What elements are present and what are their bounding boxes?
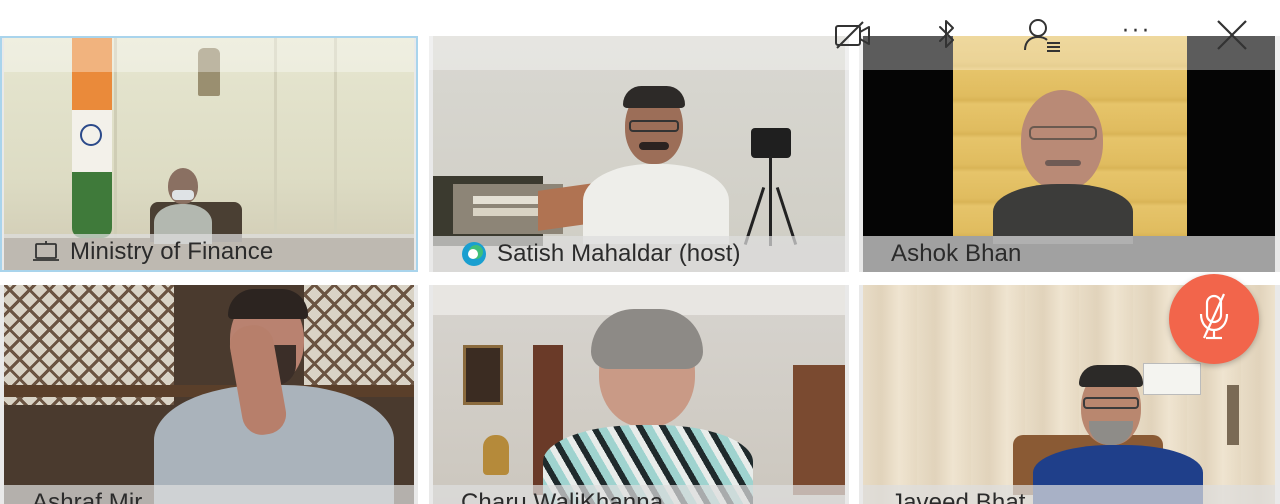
camera xyxy=(751,128,791,158)
mute-button[interactable] xyxy=(1169,274,1259,364)
more-options-icon: ··· xyxy=(1122,19,1152,44)
participant-name-bar: Ministry of Finance xyxy=(4,234,414,270)
participant-name: Charu WaliKhanna xyxy=(461,489,664,504)
participant-tile-ministry-of-finance[interactable]: Ministry of Finance xyxy=(0,36,418,272)
video-off-button[interactable] xyxy=(828,10,878,60)
participant-figure xyxy=(1021,90,1103,190)
participant-name-bar: Ashraf Mir xyxy=(4,485,414,504)
participant-tile-charu-walikhanna[interactable]: Charu WaliKhanna xyxy=(429,285,849,504)
participant-name-bar: Ashok Bhan xyxy=(863,236,1275,272)
participants-icon xyxy=(1022,17,1062,53)
participant-name-bar: Javeed Bhat xyxy=(863,485,1275,504)
bluetooth-button[interactable] xyxy=(922,10,972,60)
host-badge-icon xyxy=(461,241,487,267)
participant-name: Ministry of Finance xyxy=(70,238,274,265)
video-off-icon xyxy=(833,19,873,51)
participant-name: Ashraf Mir xyxy=(32,489,143,504)
participant-name: Ashok Bhan xyxy=(891,240,1022,267)
video-feed xyxy=(433,285,845,504)
bluetooth-icon xyxy=(934,17,960,53)
meeting-window: ··· Ministry of Finance Satish Mahaldar … xyxy=(0,0,1280,504)
close-button[interactable] xyxy=(1207,10,1257,60)
laptop-icon xyxy=(32,241,60,263)
participant-name-bar: Charu WaliKhanna xyxy=(433,485,845,504)
participant-tile-ashraf-mir[interactable]: Ashraf Mir xyxy=(0,285,418,504)
participants-button[interactable] xyxy=(1017,10,1067,60)
more-options-button[interactable]: ··· xyxy=(1112,10,1162,60)
participant-name: Javeed Bhat xyxy=(891,489,1026,504)
participant-tile-ashok-bhan[interactable]: Ashok Bhan xyxy=(859,36,1280,272)
participant-name-bar: Satish Mahaldar (host) xyxy=(433,236,845,272)
microphone-muted-icon xyxy=(1194,292,1234,347)
participant-tile-satish-mahaldar[interactable]: Satish Mahaldar (host) xyxy=(429,36,849,272)
close-icon xyxy=(1215,18,1249,52)
participant-name: Satish Mahaldar (host) xyxy=(497,240,741,267)
video-feed xyxy=(4,285,414,504)
